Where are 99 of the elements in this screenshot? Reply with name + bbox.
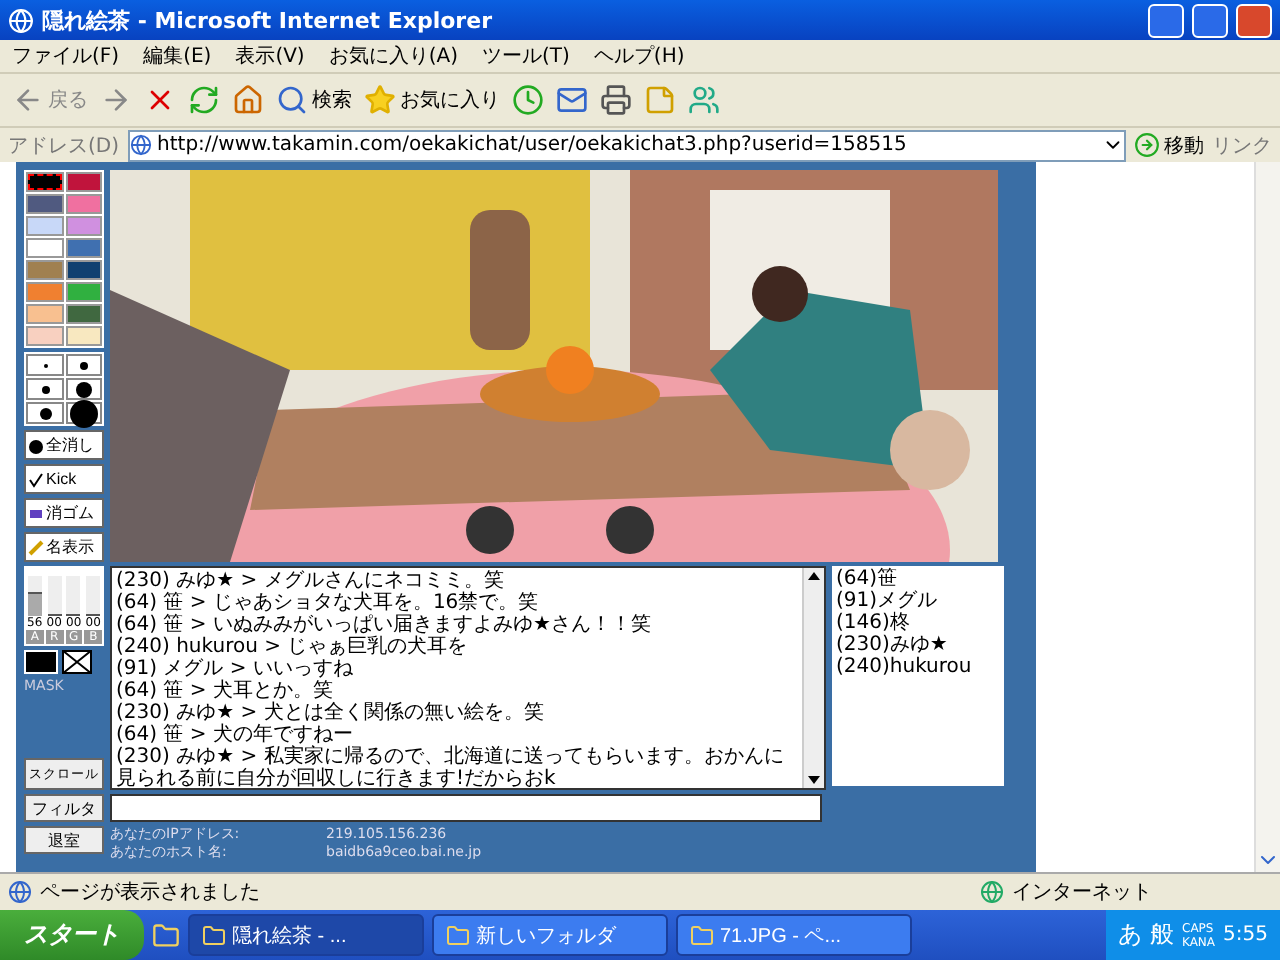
chat-message: (91) メグル > いいっすね bbox=[116, 658, 355, 680]
messenger-icon[interactable] bbox=[688, 84, 720, 116]
color-swatch[interactable] bbox=[66, 194, 102, 214]
chat-message: (230) みゆ★ > 犬とは全く関係の無い絵を。笑 bbox=[116, 702, 546, 724]
scroll-up-icon[interactable] bbox=[804, 568, 824, 584]
mask-off-icon[interactable] bbox=[62, 650, 92, 674]
internet-icon bbox=[980, 880, 1004, 904]
menu-item[interactable]: ファイル(F) bbox=[12, 42, 120, 70]
star-icon bbox=[364, 84, 396, 116]
menu-item[interactable]: 表示(V) bbox=[235, 42, 305, 70]
color-swatch[interactable] bbox=[26, 304, 64, 324]
pen-size-button[interactable] bbox=[66, 402, 102, 424]
search-button[interactable]: 検索 bbox=[276, 84, 352, 116]
taskbar-button[interactable]: 隠れ絵茶 - ... bbox=[188, 914, 424, 956]
go-button[interactable]: 移動 bbox=[1134, 131, 1204, 159]
folder-icon bbox=[690, 923, 714, 947]
browser-icon bbox=[8, 7, 34, 33]
leave-button[interactable]: 退室 bbox=[24, 826, 104, 854]
dot-icon bbox=[41, 385, 49, 393]
pen-size-button[interactable] bbox=[66, 378, 102, 400]
clock: 5:55 bbox=[1223, 924, 1268, 946]
tool-button[interactable]: 名表示 bbox=[24, 532, 104, 562]
close-button[interactable] bbox=[1236, 3, 1272, 37]
page-icon bbox=[129, 134, 152, 156]
menu-item[interactable]: ツール(T) bbox=[482, 42, 570, 70]
print-icon[interactable] bbox=[600, 84, 632, 116]
mail-icon[interactable] bbox=[556, 84, 588, 116]
maximize-button[interactable] bbox=[1192, 3, 1228, 37]
filter-button[interactable]: フィルタ bbox=[24, 794, 104, 822]
forward-icon[interactable] bbox=[100, 84, 132, 116]
address-label: アドレス(D) bbox=[8, 133, 120, 159]
color-swatch[interactable] bbox=[26, 282, 64, 302]
user-list-item[interactable]: (64)笹 bbox=[836, 568, 1000, 590]
refresh-icon[interactable] bbox=[188, 84, 220, 116]
chat-message: (64) 笹 > じゃあショタな犬耳を。16禁で。笑 bbox=[116, 592, 541, 614]
bomb-icon bbox=[28, 437, 44, 453]
window-title: 隠れ絵茶 - Microsoft Internet Explorer bbox=[42, 5, 494, 35]
check-icon bbox=[28, 471, 44, 487]
color-swatch[interactable] bbox=[26, 216, 64, 236]
chat-input[interactable] bbox=[110, 794, 822, 822]
dot-icon bbox=[80, 361, 88, 369]
scroll-down-icon[interactable] bbox=[804, 772, 824, 788]
chat-message: (230) みゆ★ > メグルさんにネコミミ。笑 bbox=[116, 570, 506, 592]
slider-track[interactable] bbox=[86, 576, 101, 616]
page-icon bbox=[8, 880, 32, 904]
favorites-button[interactable]: お気に入り bbox=[364, 84, 500, 116]
color-swatch[interactable] bbox=[26, 238, 64, 258]
dot-icon bbox=[39, 407, 51, 419]
slider-track[interactable] bbox=[66, 576, 81, 616]
user-list-item[interactable]: (240)hukurou bbox=[836, 656, 1000, 678]
minimize-button[interactable] bbox=[1148, 3, 1184, 37]
color-swatch[interactable] bbox=[26, 194, 64, 214]
menu-item[interactable]: ヘルプ(H) bbox=[593, 42, 685, 70]
slider-track[interactable] bbox=[47, 576, 62, 616]
color-swatch[interactable] bbox=[26, 260, 64, 280]
user-list-item[interactable]: (230)みゆ★ bbox=[836, 634, 1000, 656]
status-text: ページが表示されました bbox=[40, 879, 260, 906]
color-swatch[interactable] bbox=[66, 282, 102, 302]
pen-size-button[interactable] bbox=[26, 402, 64, 424]
color-swatch[interactable] bbox=[66, 238, 102, 258]
home-icon[interactable] bbox=[232, 84, 264, 116]
tool-button[interactable]: 全消し bbox=[24, 430, 104, 460]
address-field[interactable]: http://www.takamin.com/oekakichat/user/oekakichat3.php?userid=158515 bbox=[127, 129, 1126, 161]
pen-size-button[interactable] bbox=[66, 354, 102, 376]
search-icon bbox=[276, 84, 308, 116]
menu-item[interactable]: 編集(E) bbox=[143, 42, 212, 70]
page-scrollbar[interactable] bbox=[1254, 162, 1280, 872]
chat-message: (240) hukurou > じゃぁ巨乳の犬耳を bbox=[116, 636, 470, 658]
folder-icon bbox=[202, 923, 226, 947]
scrollbar[interactable] bbox=[802, 568, 824, 788]
tool-button[interactable]: 消ゴム bbox=[24, 498, 104, 528]
eraser-icon bbox=[28, 505, 44, 521]
menu-item[interactable]: お気に入り(A) bbox=[328, 42, 458, 70]
user-list-item[interactable]: (146)柊 bbox=[836, 612, 1000, 634]
links-label[interactable]: リンク bbox=[1212, 131, 1272, 159]
history-icon[interactable] bbox=[512, 84, 544, 116]
taskbar-button[interactable]: 71.JPG - ペ... bbox=[676, 914, 912, 956]
pen-size-button[interactable] bbox=[26, 378, 64, 400]
zone-text: インターネット bbox=[1012, 880, 1152, 906]
color-swatch[interactable] bbox=[66, 216, 102, 236]
chat-message: (230) みゆ★ > 私実家に帰るので、北海道に送ってもらいます。おかんに見られる前に自分が回収しに行きます!だからおk bbox=[116, 746, 786, 788]
color-swatch[interactable] bbox=[66, 326, 102, 346]
slider-track[interactable] bbox=[27, 576, 42, 616]
tool-button[interactable]: Kick bbox=[24, 464, 104, 494]
color-swatch[interactable] bbox=[66, 260, 102, 280]
color-swatch[interactable] bbox=[66, 304, 102, 324]
color-swatch[interactable] bbox=[66, 172, 102, 192]
pencil-icon bbox=[28, 539, 44, 555]
chat-message: (64) 笹 > 犬耳とか。笑 bbox=[116, 680, 335, 702]
chat-message: (64) 笹 > 犬の年ですねー bbox=[116, 724, 355, 746]
mask-color-swatch[interactable] bbox=[24, 650, 58, 674]
chat-message: (64) 笹 > いぬみみがいっぱい届きますよみゆ★さん！！笑 bbox=[116, 614, 653, 636]
color-swatch[interactable] bbox=[26, 172, 64, 192]
note-icon[interactable] bbox=[644, 84, 676, 116]
color-swatch[interactable] bbox=[26, 326, 64, 346]
user-list-item[interactable]: (91)メグル bbox=[836, 590, 1000, 612]
folder-icon bbox=[446, 923, 470, 947]
taskbar-button[interactable]: 新しいフォルダ bbox=[432, 914, 668, 956]
folder-icon[interactable] bbox=[152, 921, 180, 949]
